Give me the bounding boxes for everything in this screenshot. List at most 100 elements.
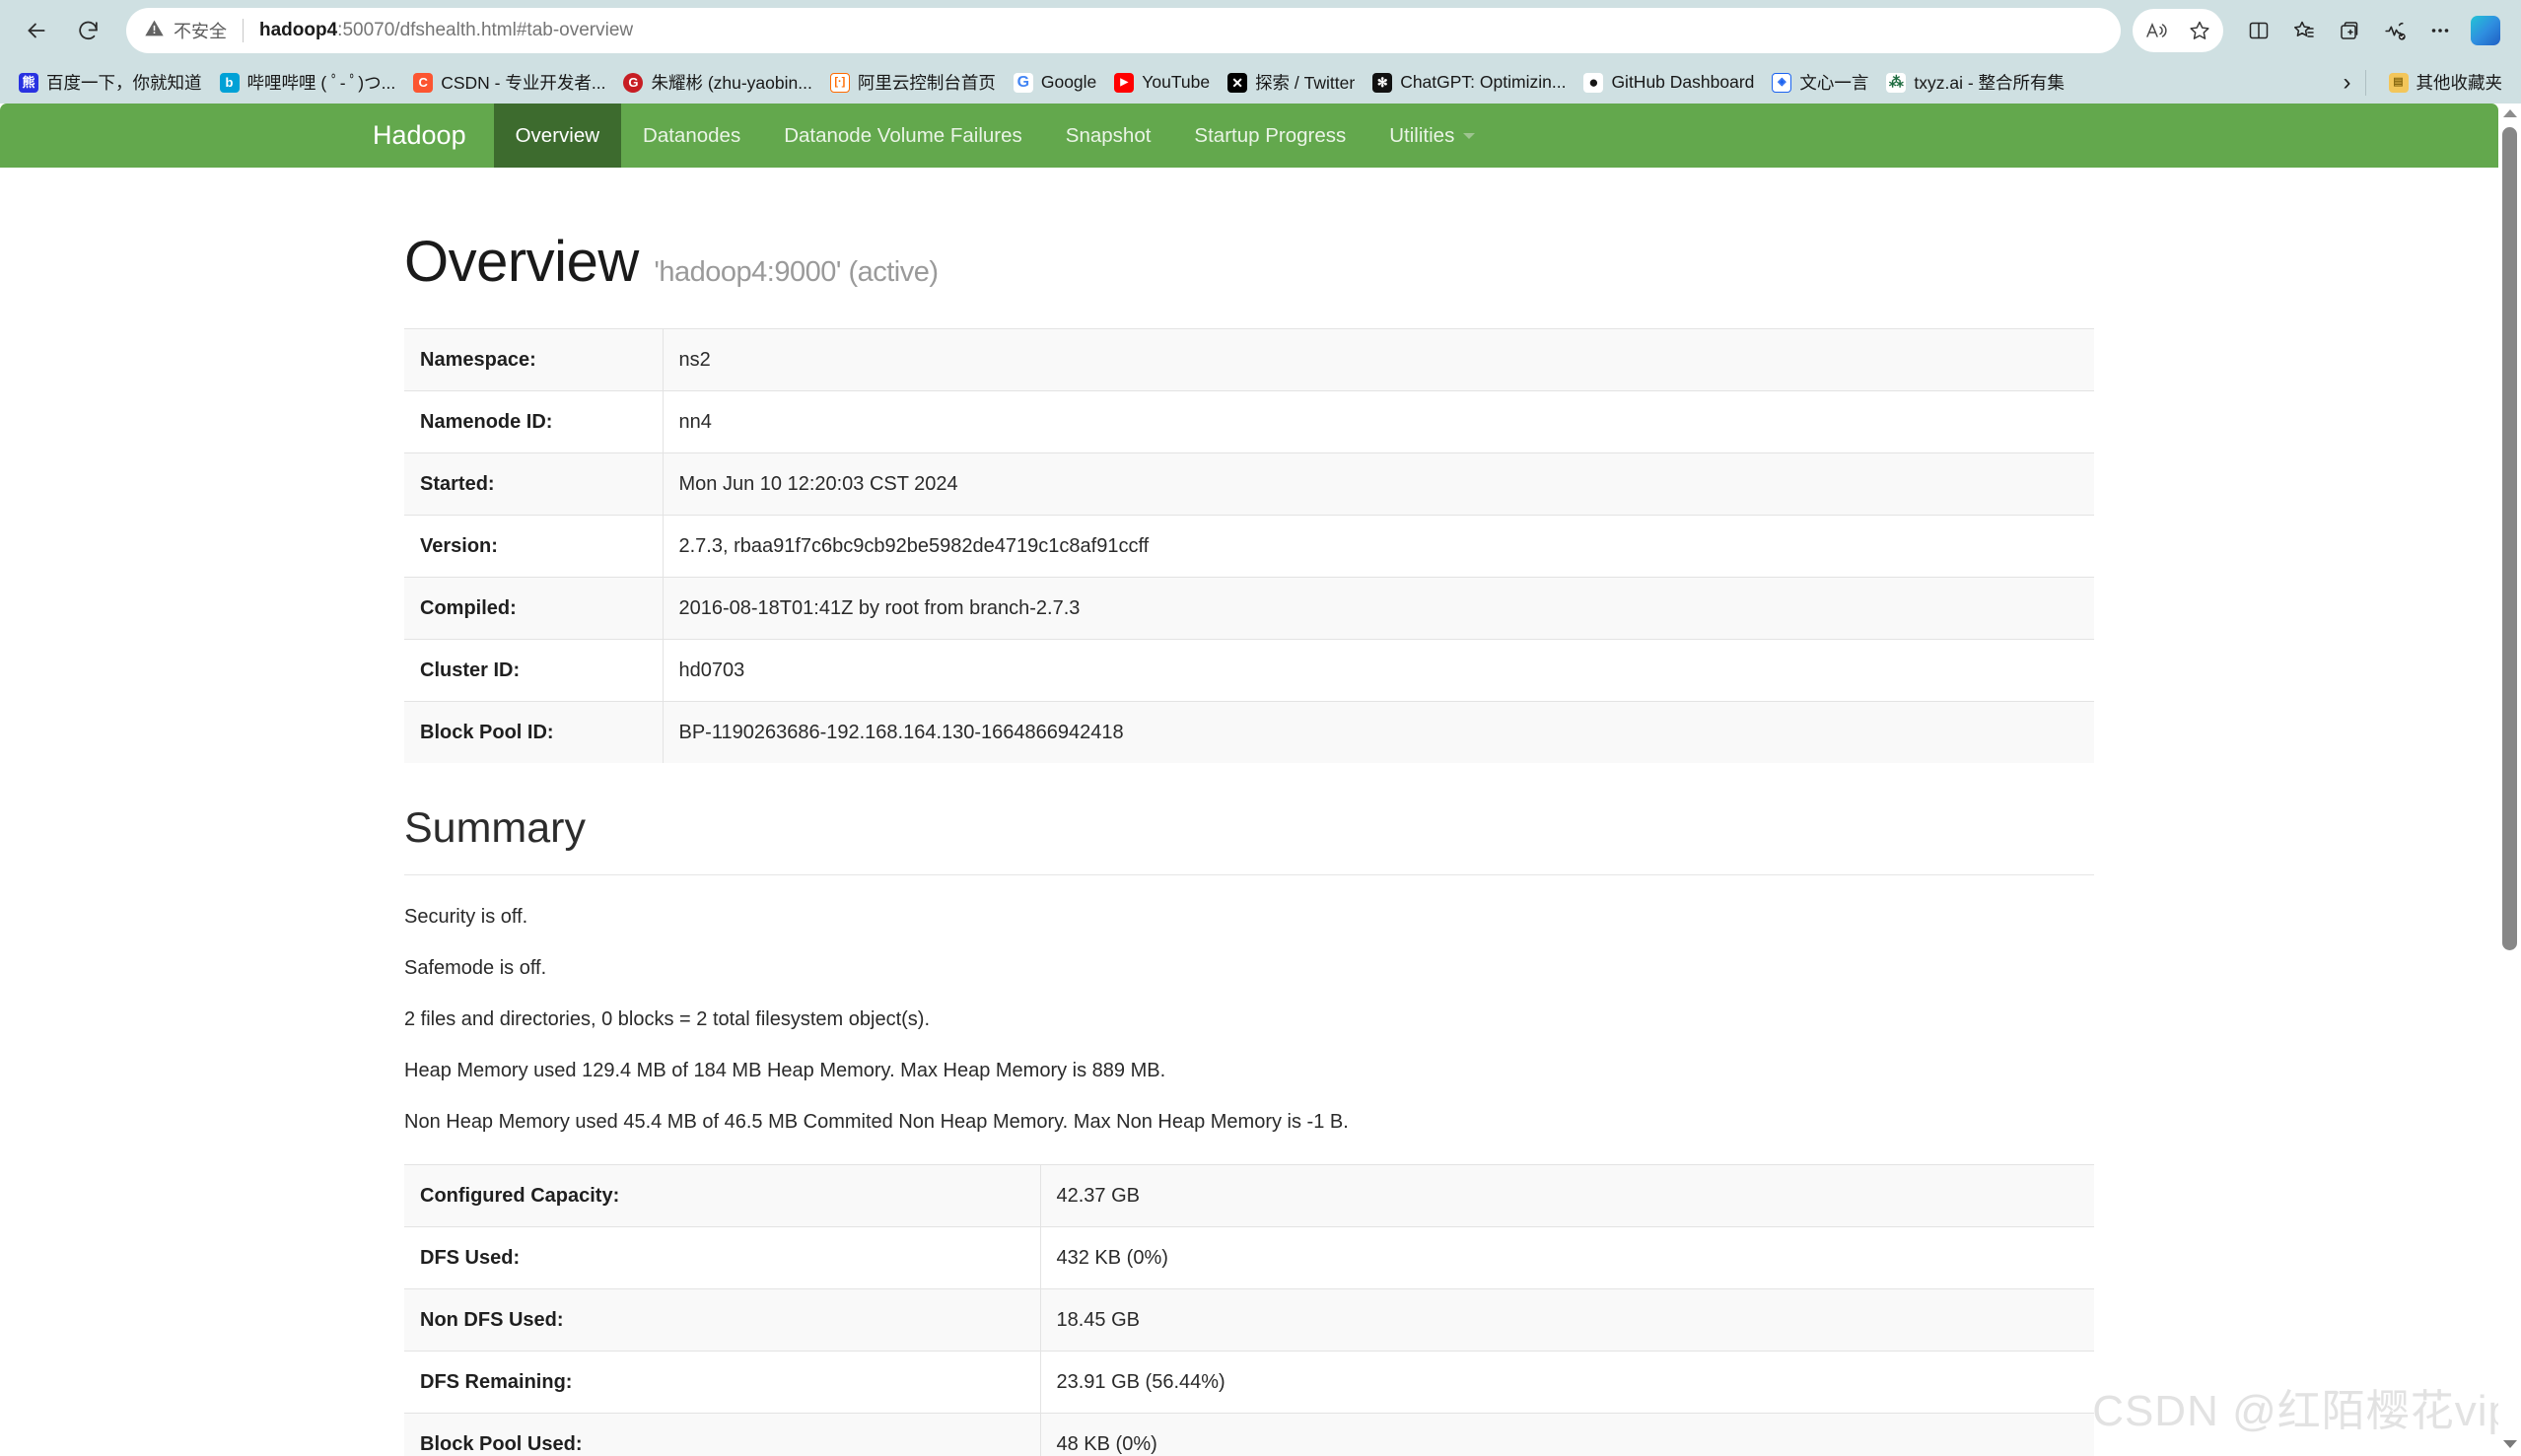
reload-button[interactable] bbox=[65, 8, 110, 53]
table-row: Configured Capacity: 42.37 GB bbox=[404, 1164, 2094, 1227]
page-content: Hadoop Overview Datanodes Datanode Volum… bbox=[0, 104, 2498, 1456]
collections-icon[interactable] bbox=[2328, 9, 2371, 52]
gitee-icon: G bbox=[623, 72, 644, 93]
overview-table: Namespace: ns2 Namenode ID: nn4 Started:… bbox=[404, 328, 2094, 763]
google-icon: G bbox=[1013, 72, 1033, 93]
summary-value: 432 KB (0%) bbox=[1040, 1226, 2094, 1289]
twitter-x-icon: ✕ bbox=[1227, 72, 1248, 93]
summary-line: Non Heap Memory used 45.4 MB of 46.5 MB … bbox=[404, 1111, 1349, 1133]
bookmark-google[interactable]: G Google bbox=[1005, 68, 1105, 97]
aliyun-icon: [·] bbox=[829, 72, 850, 93]
url-text: hadoop4:50070/dfshealth.html#tab-overvie… bbox=[259, 20, 633, 41]
summary-key: DFS Used: bbox=[404, 1226, 1041, 1289]
nav-tab-label: Startup Progress bbox=[1194, 123, 1347, 147]
omnibox-actions-pill bbox=[2133, 9, 2223, 52]
page-scrollbar[interactable] bbox=[2498, 104, 2521, 1456]
browser-essentials-icon[interactable] bbox=[2373, 9, 2416, 52]
nav-tab-startup-progress[interactable]: Startup Progress bbox=[1172, 104, 1367, 168]
security-indicator[interactable]: 不安全 bbox=[144, 18, 227, 43]
overview-value: nn4 bbox=[663, 390, 2094, 453]
bookmark-label: 文心一言 bbox=[1799, 73, 1869, 93]
favorites-list-icon[interactable] bbox=[2282, 9, 2326, 52]
txyz-icon: ⁂ bbox=[1886, 72, 1907, 93]
table-row: DFS Used: 432 KB (0%) bbox=[404, 1226, 2094, 1289]
bookmark-label: Google bbox=[1040, 72, 1097, 92]
nav-tab-datanode-volume-failures[interactable]: Datanode Volume Failures bbox=[762, 104, 1044, 168]
address-bar[interactable]: 不安全 hadoop4:50070/dfshealth.html#tab-ove… bbox=[126, 8, 2121, 53]
scroll-down-arrow-icon[interactable] bbox=[2498, 1434, 2521, 1454]
nav-tab-label: Snapshot bbox=[1065, 123, 1152, 147]
summary-line: Heap Memory used 129.4 MB of 184 MB Heap… bbox=[404, 1060, 1166, 1081]
summary-value: 48 KB (0%) bbox=[1040, 1413, 2094, 1456]
overview-key: Namenode ID: bbox=[404, 390, 664, 453]
page-viewport: Hadoop Overview Datanodes Datanode Volum… bbox=[0, 104, 2521, 1456]
summary-value: 18.45 GB bbox=[1040, 1288, 2094, 1352]
url-host: hadoop4 bbox=[259, 20, 338, 40]
table-row: Namespace: ns2 bbox=[404, 328, 2094, 391]
bookmark-github[interactable]: ● GitHub Dashboard bbox=[1575, 68, 1763, 97]
summary-title: Summary bbox=[404, 804, 586, 852]
security-label: 不安全 bbox=[174, 22, 227, 41]
summary-lines: Security is off. Safemode is off. 2 file… bbox=[404, 874, 2094, 1135]
bookmark-label: GitHub Dashboard bbox=[1611, 72, 1755, 92]
other-bookmarks-folder[interactable]: ▤ 其他收藏夹 bbox=[2380, 66, 2512, 99]
page-title-text: Overview bbox=[404, 230, 639, 294]
settings-more-icon[interactable] bbox=[2418, 9, 2462, 52]
bookmark-baidu[interactable]: 熊 百度一下，你就知道 bbox=[10, 66, 211, 99]
summary-key: DFS Remaining: bbox=[404, 1351, 1041, 1414]
bookmarks-divider bbox=[2364, 69, 2366, 96]
table-row: Namenode ID: nn4 bbox=[404, 390, 2094, 453]
bookmark-twitter[interactable]: ✕ 探索 / Twitter bbox=[1219, 66, 1364, 99]
nav-tab-utilities[interactable]: Utilities bbox=[1367, 104, 1497, 168]
overview-key: Block Pool ID: bbox=[404, 701, 664, 763]
github-icon: ● bbox=[1583, 72, 1604, 93]
nav-tab-label: Utilities bbox=[1389, 123, 1455, 147]
bookmark-csdn[interactable]: C CSDN - 专业开发者... bbox=[404, 66, 614, 99]
overview-value: ns2 bbox=[663, 328, 2094, 391]
summary-table: Configured Capacity: 42.37 GB DFS Used: … bbox=[404, 1164, 2094, 1456]
back-button[interactable] bbox=[14, 8, 59, 53]
bookmark-label: 百度一下，你就知道 bbox=[46, 73, 202, 93]
copilot-icon[interactable] bbox=[2464, 9, 2507, 52]
hadoop-brand[interactable]: Hadoop bbox=[345, 104, 494, 168]
bookmark-chatgpt[interactable]: ✻ ChatGPT: Optimizin... bbox=[1364, 68, 1575, 97]
wenxin-icon: ◈ bbox=[1772, 72, 1792, 93]
bilibili-icon: b bbox=[219, 72, 240, 93]
baidu-icon: 熊 bbox=[19, 72, 38, 93]
page-title: Overview 'hadoop4:9000' (active) bbox=[404, 229, 2094, 295]
favorite-star-icon[interactable] bbox=[2178, 9, 2221, 52]
nav-tab-datanodes[interactable]: Datanodes bbox=[621, 104, 762, 168]
nav-tab-label: Overview bbox=[515, 123, 600, 147]
toolbar-right-icons bbox=[2133, 9, 2507, 52]
overview-key: Cluster ID: bbox=[404, 639, 664, 702]
bookmarks-overflow: › ▤ 其他收藏夹 bbox=[2344, 66, 2512, 99]
bookmark-txyz[interactable]: ⁂ txyz.ai - 整合所有集 bbox=[1877, 66, 2073, 99]
chatgpt-icon: ✻ bbox=[1372, 72, 1393, 93]
bookmark-label: 阿里云控制台首页 bbox=[857, 73, 996, 93]
nav-tab-overview[interactable]: Overview bbox=[493, 104, 622, 168]
bookmarks-overflow-chevron-icon[interactable]: › bbox=[2344, 69, 2351, 97]
nav-tab-snapshot[interactable]: Snapshot bbox=[1044, 104, 1173, 168]
summary-key: Non DFS Used: bbox=[404, 1288, 1041, 1352]
table-row: Non DFS Used: 18.45 GB bbox=[404, 1288, 2094, 1352]
scrollbar-thumb[interactable] bbox=[2502, 127, 2517, 950]
table-row: Compiled: 2016-08-18T01:41Z by root from… bbox=[404, 577, 2094, 640]
read-aloud-icon[interactable] bbox=[2135, 9, 2178, 52]
bookmark-wenxin[interactable]: ◈ 文心一言 bbox=[1763, 66, 1877, 99]
bookmark-aliyun[interactable]: [·] 阿里云控制台首页 bbox=[821, 66, 1005, 99]
overview-value: Mon Jun 10 12:20:03 CST 2024 bbox=[663, 452, 2094, 516]
summary-divider bbox=[404, 874, 2094, 875]
nav-tab-label: Datanode Volume Failures bbox=[784, 123, 1022, 147]
bookmark-bilibili[interactable]: b 哔哩哔哩 ( ﾟ- ﾟ)つ... bbox=[211, 66, 405, 99]
warning-icon bbox=[144, 18, 165, 43]
overview-value: hd0703 bbox=[663, 639, 2094, 702]
split-screen-icon[interactable] bbox=[2237, 9, 2280, 52]
bookmark-youtube[interactable]: ▶ YouTube bbox=[1105, 68, 1219, 97]
scroll-up-arrow-icon[interactable] bbox=[2498, 104, 2521, 123]
url-path: :50070/dfshealth.html#tab-overview bbox=[337, 20, 634, 40]
main-content: Overview 'hadoop4:9000' (active) Namespa… bbox=[0, 229, 2498, 1456]
table-row: Started: Mon Jun 10 12:20:03 CST 2024 bbox=[404, 452, 2094, 516]
overview-key: Compiled: bbox=[404, 577, 664, 640]
bookmark-gitee[interactable]: G 朱耀彬 (zhu-yaobin... bbox=[614, 66, 820, 99]
summary-line: Security is off. bbox=[404, 906, 528, 928]
